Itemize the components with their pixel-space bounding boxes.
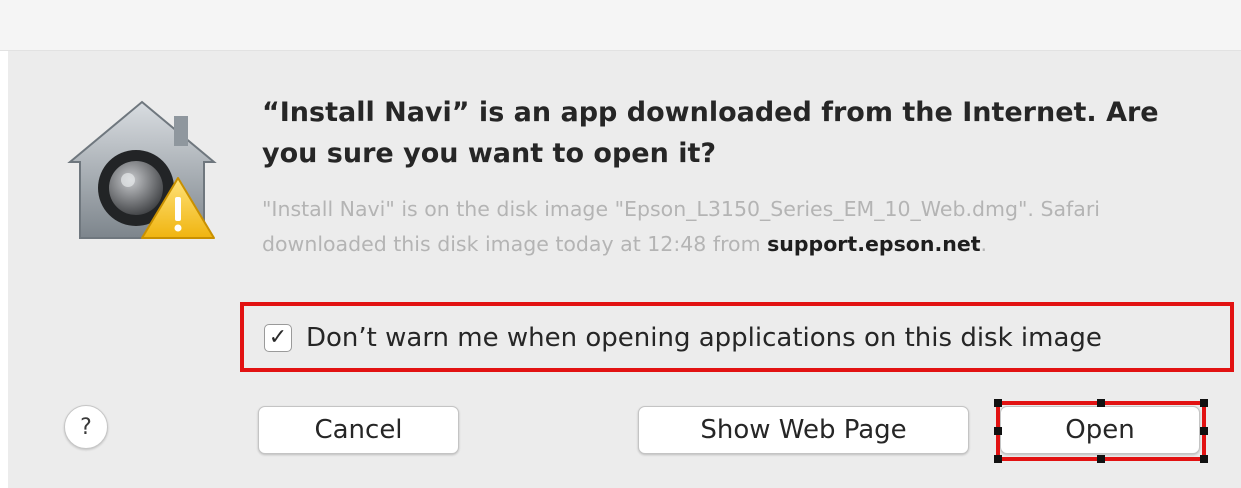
selection-handle	[994, 455, 1002, 463]
dialog-title: “Install Navi” is an app downloaded from…	[262, 97, 1159, 169]
selection-handle	[1200, 427, 1208, 435]
selection-handle	[1200, 399, 1208, 407]
selection-handle	[994, 399, 1002, 407]
help-button[interactable]: ?	[64, 405, 108, 449]
cancel-button[interactable]: Cancel	[258, 406, 459, 454]
checkbox-highlight-box	[240, 302, 1234, 372]
show-web-page-button[interactable]: Show Web Page	[638, 406, 969, 454]
selection-handle	[1097, 455, 1105, 463]
dialog-message: "Install Navi" is on the disk image "Eps…	[262, 192, 1162, 262]
selection-handle	[994, 427, 1002, 435]
message-end: .	[980, 232, 988, 256]
selection-handle	[1097, 399, 1105, 407]
download-source: support.epson.net	[767, 232, 981, 256]
gatekeeper-warning-icon	[67, 100, 217, 239]
open-highlight-box	[994, 399, 1208, 463]
window-top-strip	[0, 0, 1241, 51]
selection-handle	[1200, 455, 1208, 463]
